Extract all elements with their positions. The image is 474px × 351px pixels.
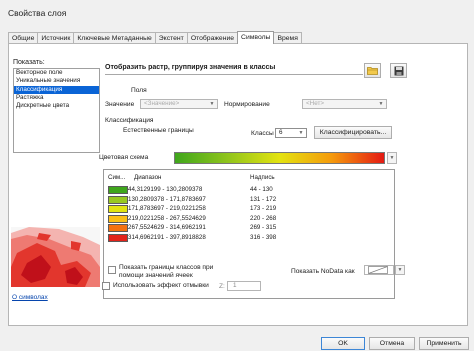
about-symbology-link[interactable]: О символах: [12, 294, 48, 301]
normalization-label: Нормирование: [224, 101, 270, 108]
normalization-combo-text: <Нет>: [306, 100, 325, 107]
cancel-button[interactable]: Отмена: [369, 337, 415, 350]
hillshade-z-label: Z:: [219, 283, 225, 290]
apply-button[interactable]: Применить: [419, 337, 469, 350]
show-class-breaks-checkbox[interactable]: [108, 266, 116, 274]
raster-preview-graphic: [11, 227, 100, 287]
table-row[interactable]: 219,0221258 - 267,5524629 220 - 268: [108, 214, 388, 224]
renderer-list: Векторное поле Уникальные значения Класс…: [13, 68, 100, 153]
class-color-swatch[interactable]: [108, 195, 128, 204]
chevron-down-icon: ▼: [389, 155, 395, 161]
class-label: 269 - 315: [250, 224, 277, 231]
class-color-swatch[interactable]: [108, 186, 128, 194]
window-title: Свойства слоя: [8, 8, 67, 18]
table-row[interactable]: 314,6962191 - 397,8918828 316 - 398: [108, 233, 388, 243]
renderer-item-unique-values[interactable]: Уникальные значения: [14, 77, 99, 85]
color-ramp-label: Цветовая схема: [99, 154, 149, 161]
value-label: Значение: [105, 101, 135, 108]
value-field-combo[interactable]: <Значение> ▼: [140, 99, 218, 109]
color-ramp-combo[interactable]: [174, 152, 385, 164]
nodata-color-swatch: [368, 266, 388, 274]
class-range: 171,8783697 - 219,0221258: [128, 205, 206, 212]
nodata-label: Показать NoData как: [291, 268, 355, 275]
headline-divider: [105, 74, 363, 75]
column-header-label[interactable]: Надпись: [250, 174, 275, 181]
hillshade-checkbox[interactable]: [102, 282, 110, 290]
value-field-combo-text: <Значение>: [144, 100, 180, 107]
class-range: 314,6962191 - 397,8918828: [128, 233, 206, 241]
class-label: 316 - 398: [250, 233, 277, 241]
classes-count-combo[interactable]: 6 ▼: [275, 128, 307, 138]
renderer-item-discrete-color[interactable]: Дискретные цвета: [14, 102, 99, 110]
show-class-breaks-label: Показать границы классов при помощи знач…: [119, 264, 214, 279]
chevron-down-icon: ▼: [378, 101, 384, 107]
class-range: 219,0221258 - 267,5524629: [128, 214, 206, 222]
ok-button[interactable]: OK: [321, 337, 365, 350]
class-range: 44,3129199 - 130,2809378: [128, 186, 203, 193]
fields-group-label: Поля: [131, 87, 147, 94]
color-ramp-dropdown-arrow[interactable]: ▼: [387, 152, 397, 164]
raster-preview-image: [11, 227, 100, 287]
open-symbology-button[interactable]: [364, 63, 381, 78]
renderer-headline: Отобразить растр, группируя значения в к…: [105, 64, 276, 71]
folder-icon: [367, 67, 378, 75]
class-color-swatch[interactable]: [108, 205, 128, 213]
chevron-down-icon: ▼: [298, 130, 304, 136]
classification-method-label: Естественные границы: [123, 127, 194, 134]
class-label: 131 - 172: [250, 195, 277, 203]
classification-group-label: Классификация: [105, 117, 154, 124]
show-label: Показать:: [13, 59, 45, 66]
class-range: 267,5524629 - 314,6962191: [128, 224, 206, 231]
class-label: 220 - 268: [250, 214, 277, 222]
chevron-down-icon: ▼: [209, 101, 215, 107]
save-disk-icon: [394, 66, 403, 75]
layer-properties-dialog: Свойства слоя Общие Источник Ключевые Ме…: [0, 0, 474, 351]
column-header-range[interactable]: Диапазон: [134, 174, 161, 181]
table-row[interactable]: 44,3129199 - 130,2809378 44 - 130: [108, 186, 388, 195]
classes-label: Классы: [251, 130, 274, 137]
class-color-swatch[interactable]: [108, 214, 128, 223]
renderer-item-vector-field[interactable]: Векторное поле: [14, 69, 99, 77]
classes-table-header: Сим... Диапазон Надпись: [104, 174, 394, 183]
tab-symbology[interactable]: Символы: [237, 31, 275, 44]
nodata-color-combo[interactable]: [364, 265, 394, 275]
class-color-swatch[interactable]: [108, 224, 128, 232]
chevron-down-icon: ▼: [397, 267, 403, 273]
table-row[interactable]: 171,8783697 - 219,0221258 173 - 219: [108, 205, 388, 214]
column-header-symbol[interactable]: Сим...: [108, 174, 125, 181]
hillshade-label: Использовать эффект отмывки: [113, 282, 209, 289]
classes-count-value: 6: [279, 129, 283, 136]
nodata-color-dropdown[interactable]: ▼: [395, 265, 405, 275]
classify-button[interactable]: Классифицировать...: [314, 126, 392, 139]
save-symbology-button[interactable]: [390, 63, 407, 78]
renderer-item-stretched[interactable]: Растяжка: [14, 94, 99, 102]
table-row[interactable]: 267,5524629 - 314,6962191 269 - 315: [108, 224, 388, 233]
class-label: 44 - 130: [250, 186, 273, 193]
renderer-item-classified[interactable]: Классификация: [14, 85, 99, 94]
class-color-swatch[interactable]: [108, 233, 128, 242]
hillshade-z-input[interactable]: 1: [227, 281, 261, 291]
table-row[interactable]: 130,2809378 - 171,8783697 131 - 172: [108, 195, 388, 205]
normalization-combo[interactable]: <Нет> ▼: [302, 99, 387, 109]
symbology-panel: Показать: Векторное поле Уникальные знач…: [8, 43, 468, 326]
class-range: 130,2809378 - 171,8783697: [128, 195, 206, 203]
class-label: 173 - 219: [250, 205, 277, 212]
